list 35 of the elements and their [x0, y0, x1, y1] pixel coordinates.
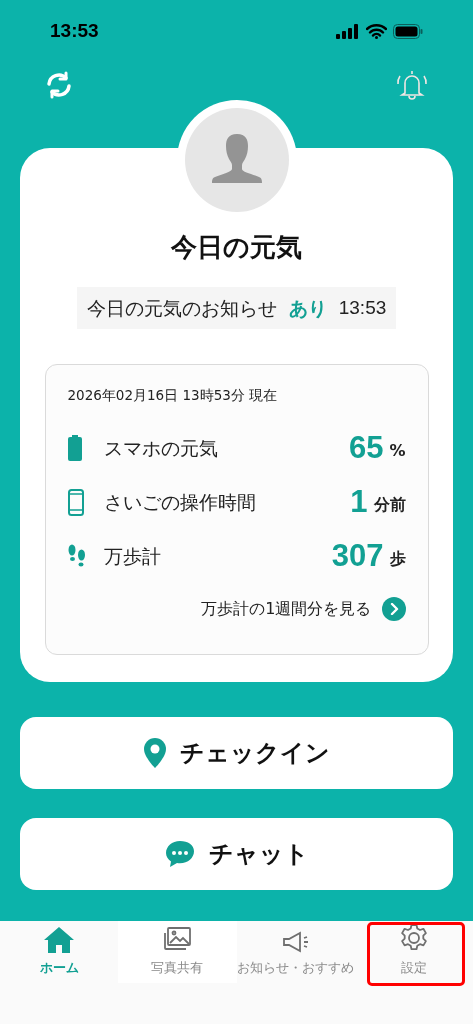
timestamp: 2026年02月16日 13時53分 現在: [67, 386, 279, 405]
footprints-icon: [67, 544, 86, 569]
notice-label: 今日の元気のお知らせ: [86, 295, 277, 321]
stat-value: 307: [331, 537, 384, 575]
tab-item[interactable]: 設定: [354, 921, 473, 983]
stat-value: 1: [350, 483, 368, 521]
stat-unit: 分前: [373, 494, 406, 517]
status-time: 13:53: [50, 18, 99, 43]
bell-icon[interactable]: [395, 68, 429, 102]
tab-item[interactable]: 写真共有: [118, 921, 237, 983]
weekly-steps-link[interactable]: 万歩計の1週間分を見る: [201, 597, 372, 622]
megaphone-icon: [281, 931, 310, 954]
stat-value: 65: [349, 429, 384, 467]
stat-label: スマホの元気: [103, 436, 218, 461]
smartphone-icon: [67, 488, 84, 516]
notice-time: 13:53: [338, 295, 387, 320]
battery-icon: [393, 23, 423, 39]
card-title: 今日の元気: [171, 231, 302, 264]
refresh-icon[interactable]: [44, 70, 74, 100]
speech-bubble-icon: [164, 840, 195, 868]
stat-label: さいごの操作時間: [103, 490, 256, 515]
home-icon: [44, 927, 75, 954]
stat-label: 万歩計: [103, 544, 161, 569]
tab-item[interactable]: ホーム: [0, 921, 119, 983]
signal-icon: [336, 23, 360, 39]
tab-item[interactable]: お知らせ・おすすめ: [236, 921, 355, 983]
notice-status: あり: [288, 295, 327, 321]
chat-button[interactable]: チャット: [20, 818, 453, 890]
check-in-button[interactable]: チェックイン: [20, 717, 453, 789]
battery-icon: [67, 435, 82, 462]
chevron-right-icon[interactable]: [381, 597, 406, 622]
stat-unit: 歩: [389, 548, 406, 571]
wifi-icon: [366, 23, 387, 39]
stat-unit: %: [389, 440, 406, 463]
location-pin-icon: [143, 738, 166, 768]
